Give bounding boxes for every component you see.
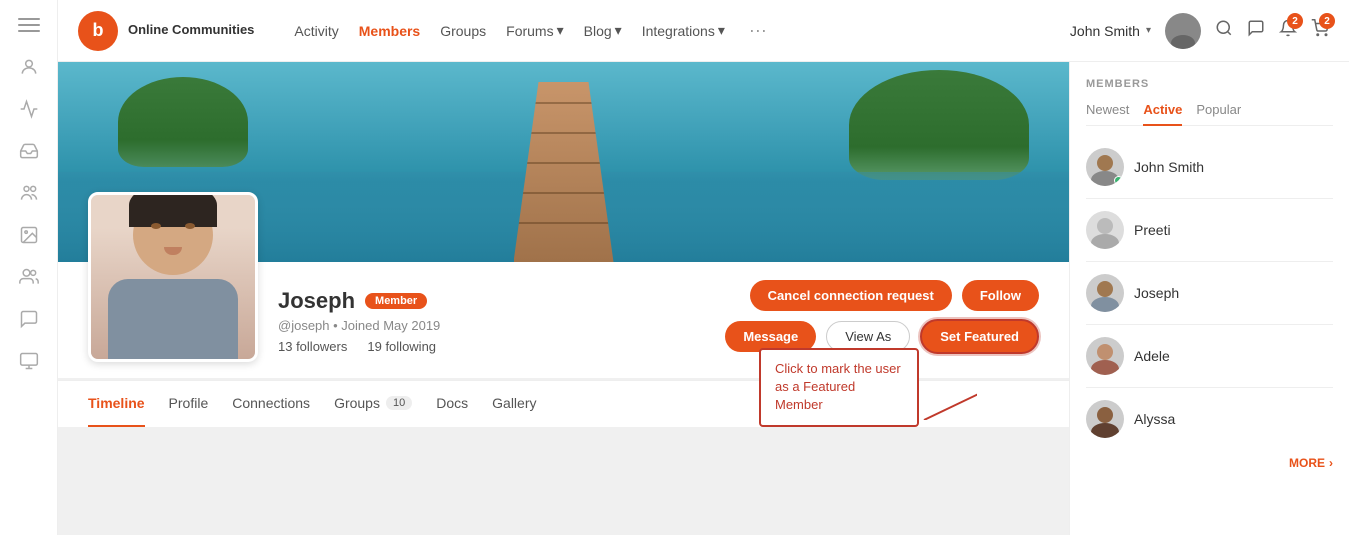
people-icon[interactable] <box>18 266 40 288</box>
action-row-top: Cancel connection request Follow <box>750 280 1039 311</box>
right-sidebar: MEMBERS Newest Active Popular John Smith <box>1069 62 1349 535</box>
member-avatar-joseph <box>1086 274 1124 312</box>
nav-members[interactable]: Members <box>359 23 420 39</box>
hamburger-menu-icon[interactable] <box>18 14 40 36</box>
chat-icon[interactable] <box>18 308 40 330</box>
followers-count: 13 followers <box>278 339 347 354</box>
divider <box>1086 387 1333 388</box>
user-icon[interactable] <box>18 56 40 78</box>
top-nav: b Online Communities Activity Members Gr… <box>58 0 1349 62</box>
logo-icon: b <box>78 11 118 51</box>
cart-icon[interactable]: 2 <box>1311 19 1329 42</box>
member-item-john[interactable]: John Smith <box>1086 140 1333 194</box>
member-avatar-alyssa <box>1086 400 1124 438</box>
member-avatar-john <box>1086 148 1124 186</box>
user-avatar-nav[interactable] <box>1165 13 1201 49</box>
more-arrow-icon: › <box>1329 456 1333 470</box>
nav-more-dots[interactable]: ··· <box>749 20 767 41</box>
following-count: 19 following <box>367 339 436 354</box>
profile-main: Joseph Member @joseph • Joined May 2019 … <box>58 62 1069 535</box>
groups-badge: 10 <box>386 396 412 410</box>
tab-profile[interactable]: Profile <box>169 381 209 427</box>
content-area: Joseph Member @joseph • Joined May 2019 … <box>58 62 1349 535</box>
avatar-image <box>91 195 255 359</box>
forums-chevron: ▾ <box>557 22 564 39</box>
main-container: b Online Communities Activity Members Gr… <box>58 0 1349 535</box>
member-item-adele[interactable]: Adele <box>1086 329 1333 383</box>
logo-area[interactable]: b Online Communities <box>78 11 254 51</box>
members-header: MEMBERS <box>1086 78 1333 90</box>
member-item-preeti[interactable]: Preeti <box>1086 203 1333 257</box>
divider <box>1086 261 1333 262</box>
member-name-preeti: Preeti <box>1134 222 1171 238</box>
profile-info: Joseph Member @joseph • Joined May 2019 … <box>278 288 705 362</box>
members-tabs: Newest Active Popular <box>1086 102 1333 126</box>
member-item-joseph[interactable]: Joseph <box>1086 266 1333 320</box>
logo-text: Online Communities <box>128 22 254 39</box>
profile-actions: Cancel connection request Follow Message… <box>725 280 1039 362</box>
user-menu[interactable]: John Smith ▾ <box>1070 23 1151 39</box>
nav-forums[interactable]: Forums ▾ <box>506 22 563 39</box>
profile-handle: @joseph • Joined May 2019 <box>278 318 705 333</box>
member-avatar-preeti <box>1086 211 1124 249</box>
nav-activity[interactable]: Activity <box>294 23 338 39</box>
profile-avatar <box>88 192 258 362</box>
tab-newest[interactable]: Newest <box>1086 102 1129 117</box>
group-icon[interactable] <box>18 182 40 204</box>
notifications-icon[interactable]: 2 <box>1279 19 1297 42</box>
profile-name-row: Joseph Member <box>278 288 705 314</box>
inbox-icon[interactable] <box>18 140 40 162</box>
member-name-joseph: Joseph <box>1134 285 1179 301</box>
nav-right: John Smith ▾ 2 2 <box>1070 13 1329 49</box>
blog-chevron: ▾ <box>615 22 622 39</box>
cancel-connection-button[interactable]: Cancel connection request <box>750 280 952 311</box>
divider <box>1086 198 1333 199</box>
profile-header-row: Joseph Member @joseph • Joined May 2019 … <box>88 262 1039 362</box>
nav-integrations[interactable]: Integrations ▾ <box>642 22 725 39</box>
cart-badge: 2 <box>1319 13 1335 29</box>
notification-badge: 2 <box>1287 13 1303 29</box>
more-link[interactable]: MORE › <box>1086 456 1333 470</box>
member-avatar-adele <box>1086 337 1124 375</box>
profile-stats: 13 followers 19 following <box>278 339 705 354</box>
search-icon[interactable] <box>1215 19 1233 42</box>
profile-name: Joseph <box>278 288 355 314</box>
online-indicator <box>1114 176 1123 185</box>
profile-card: Joseph Member @joseph • Joined May 2019 … <box>58 262 1069 378</box>
monitor-icon[interactable] <box>18 350 40 372</box>
set-featured-button[interactable]: Set Featured <box>920 319 1039 354</box>
tab-gallery[interactable]: Gallery <box>492 381 536 427</box>
member-name-john: John Smith <box>1134 159 1204 175</box>
member-name-alyssa: Alyssa <box>1134 411 1175 427</box>
activity-icon[interactable] <box>18 98 40 120</box>
tab-groups[interactable]: Groups 10 <box>334 381 412 427</box>
member-name-adele: Adele <box>1134 348 1170 364</box>
image-icon[interactable] <box>18 224 40 246</box>
messages-icon[interactable] <box>1247 19 1265 42</box>
follow-button[interactable]: Follow <box>962 280 1039 311</box>
nav-groups[interactable]: Groups <box>440 23 486 39</box>
integrations-chevron: ▾ <box>718 22 725 39</box>
user-chevron: ▾ <box>1146 25 1151 36</box>
tab-docs[interactable]: Docs <box>436 381 468 427</box>
user-name: John Smith <box>1070 23 1140 39</box>
featured-tooltip: Click to mark the user as a Featured Mem… <box>759 348 919 427</box>
nav-items: Activity Members Groups Forums ▾ Blog ▾ … <box>294 20 766 41</box>
tab-popular[interactable]: Popular <box>1196 102 1241 117</box>
nav-blog[interactable]: Blog ▾ <box>584 22 622 39</box>
left-sidebar <box>0 0 58 535</box>
member-item-alyssa[interactable]: Alyssa <box>1086 392 1333 446</box>
divider <box>1086 324 1333 325</box>
member-badge: Member <box>365 293 427 309</box>
tab-active[interactable]: Active <box>1143 102 1182 126</box>
tab-timeline[interactable]: Timeline <box>88 381 145 427</box>
tab-connections[interactable]: Connections <box>232 381 310 427</box>
